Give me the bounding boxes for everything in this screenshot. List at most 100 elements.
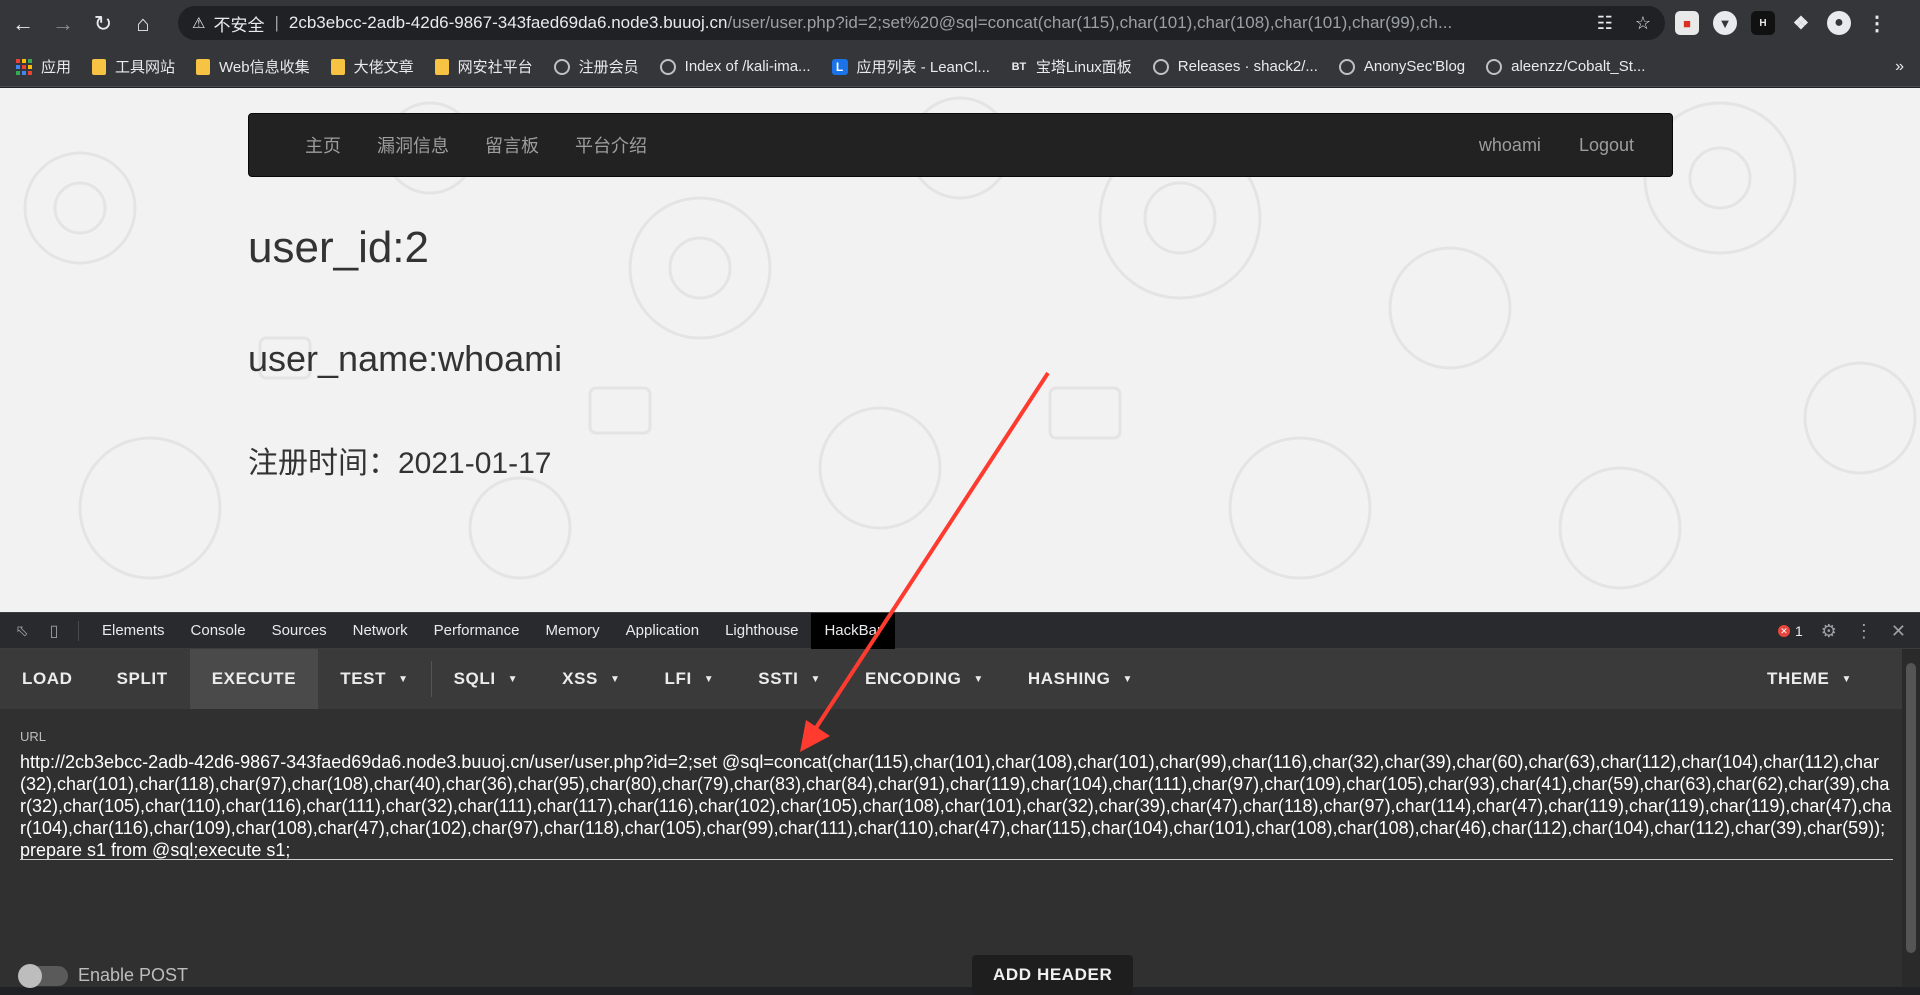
caret-down-icon: ▼ (610, 673, 621, 685)
hackbar-execute-button[interactable]: EXECUTE (189, 649, 319, 709)
button-label: THEME (1767, 669, 1830, 688)
devtools-close-icon[interactable]: ✕ (1891, 621, 1906, 642)
tab-lighthouse[interactable]: Lighthouse (712, 613, 811, 649)
extension-red-icon[interactable]: ■ (1675, 11, 1699, 35)
tab-sources[interactable]: Sources (259, 613, 340, 649)
hackbar-xss-menu[interactable]: XSS ▼ (540, 649, 642, 709)
button-label: SSTI (758, 669, 799, 688)
add-header-button[interactable]: ADD HEADER (972, 955, 1134, 995)
bookmark-label: 宝塔Linux面板 (1035, 59, 1132, 76)
toggle-track[interactable] (18, 963, 68, 988)
devtools-tabs: ⬁ ▯ Elements Console Sources Network Per… (0, 612, 1920, 649)
back-icon[interactable]: ← (6, 7, 40, 41)
button-label: HASHING (1027, 669, 1111, 688)
bookmark-platform[interactable]: 网安社平台 (434, 56, 533, 77)
bookmark-releases[interactable]: Releases · shack2/... (1152, 58, 1318, 75)
bookmark-label: 应用 (41, 59, 72, 76)
apps-icon (16, 58, 32, 75)
enable-post-toggle[interactable]: Enable POST (18, 963, 188, 988)
error-counter[interactable]: ✕ 1 (1777, 623, 1803, 639)
button-label: TEST (340, 669, 387, 688)
extension-fox-icon[interactable]: ▼ (1713, 11, 1737, 35)
reload-icon[interactable]: ↻ (86, 7, 120, 41)
hackbar-hashing-menu[interactable]: HASHING ▼ (1006, 649, 1155, 709)
device-toolbar-icon[interactable]: ▯ (44, 621, 64, 641)
translate-icon[interactable]: ☷ (1597, 13, 1613, 34)
tab-memory[interactable]: Memory (533, 613, 613, 649)
bookmark-label: 网安社平台 (457, 59, 533, 76)
bookmark-label: Web信息收集 (219, 59, 310, 76)
bookmark-leancloud[interactable]: L 应用列表 - LeanCl... (831, 56, 990, 77)
browser-toolbar: ← → ↻ ⌂ ⚠ 不安全 | 2cb3ebcc-2adb-42d6-9867-… (0, 0, 1920, 47)
nav-home[interactable]: 主页 (305, 132, 341, 158)
nav-vulns[interactable]: 漏洞信息 (377, 132, 449, 158)
nav-logout[interactable]: Logout (1579, 135, 1634, 156)
folder-icon (434, 58, 449, 75)
bookmark-bt[interactable]: BT 宝塔Linux面板 (1011, 56, 1132, 77)
tab-application[interactable]: Application (613, 613, 712, 649)
globe-icon (1486, 58, 1503, 75)
tab-elements[interactable]: Elements (89, 613, 178, 649)
bookmark-tools[interactable]: 工具网站 (92, 56, 175, 77)
insecure-label[interactable]: 不安全 (213, 11, 264, 36)
puzzle-icon[interactable]: ❖ (1789, 11, 1813, 35)
tab-network[interactable]: Network (340, 613, 421, 649)
bookmark-star-icon[interactable]: ☆ (1635, 13, 1651, 34)
leancloud-icon: L (831, 58, 848, 75)
hackbar-test-menu[interactable]: TEST ▼ (318, 649, 430, 709)
extension-dark-icon[interactable]: H (1751, 11, 1775, 35)
bookmark-kali[interactable]: Index of /kali-ima... (659, 58, 811, 75)
caret-down-icon: ▼ (703, 673, 715, 685)
warning-icon[interactable]: ⚠ (192, 14, 205, 32)
bookmark-web-info[interactable]: Web信息收集 (196, 56, 310, 77)
hackbar-sqli-menu[interactable]: SQLI ▼ (432, 649, 541, 709)
caret-down-icon: ▼ (810, 673, 821, 685)
error-icon: ✕ (1777, 625, 1790, 637)
hackbar-lfi-menu[interactable]: LFI ▼ (643, 649, 737, 709)
tab-performance[interactable]: Performance (421, 613, 533, 649)
tab-console[interactable]: Console (178, 613, 259, 649)
folder-icon (330, 58, 345, 75)
hackbar-theme-menu[interactable]: THEME ▼ (1745, 649, 1874, 709)
address-bar[interactable]: ⚠ 不安全 | 2cb3ebcc-2adb-42d6-9867-343faed6… (178, 6, 1665, 40)
bookmark-register[interactable]: 注册会员 (553, 56, 639, 77)
url-textarea[interactable]: http://2cb3ebcc-2adb-42d6-9867-343faed69… (20, 751, 1893, 861)
user-id-heading: user_id:2 (248, 223, 430, 272)
nav-username[interactable]: whoami (1479, 135, 1541, 156)
bookmark-apps[interactable]: 应用 (16, 56, 71, 77)
home-icon[interactable]: ⌂ (126, 7, 160, 41)
devtools-panel: ⬁ ▯ Elements Console Sources Network Per… (0, 612, 1920, 995)
hackbar-ssti-menu[interactable]: SSTI ▼ (736, 649, 843, 709)
globe-icon (1152, 58, 1169, 75)
bookmark-anonysec[interactable]: AnonySec'Blog (1338, 58, 1465, 75)
profile-icon[interactable]: ● (1827, 11, 1851, 35)
hackbar-body: URL http://2cb3ebcc-2adb-42d6-9867-343fa… (0, 709, 1902, 995)
register-time-heading: 注册时间：2021-01-17 (248, 447, 552, 480)
site-navbar: 主页 漏洞信息 留言板 平台介绍 whoami Logout (248, 113, 1673, 177)
folder-icon (92, 58, 107, 75)
devtools-menu-icon[interactable]: ⋮ (1855, 621, 1873, 642)
hackbar-load-button[interactable]: LOAD (0, 649, 95, 709)
bookmark-label: 应用列表 - LeanCl... (856, 59, 990, 76)
hackbar-encoding-menu[interactable]: ENCODING ▼ (843, 649, 1006, 709)
menu-dots-icon[interactable]: ⋮ (1865, 11, 1889, 35)
scrollbar-thumb[interactable] (1906, 663, 1916, 953)
nav-guestbook[interactable]: 留言板 (485, 132, 539, 158)
extensions-area: ■ ▼ H ❖ ● ⋮ (1675, 6, 1889, 40)
forward-icon[interactable]: → (46, 7, 80, 41)
tab-hackbar[interactable]: HackBar (811, 612, 895, 649)
inspect-element-icon[interactable]: ⬁ (12, 621, 32, 641)
hackbar-scrollbar[interactable] (1902, 649, 1920, 987)
bookmark-articles[interactable]: 大佬文章 (330, 56, 414, 77)
caret-down-icon: ▼ (398, 673, 409, 685)
globe-icon (1338, 58, 1355, 75)
bookmark-cobalt[interactable]: aleenzz/Cobalt_St... (1486, 58, 1645, 75)
bookmarks-more-icon[interactable]: » (1895, 58, 1904, 76)
toggle-knob[interactable] (18, 963, 42, 988)
hackbar-split-button[interactable]: SPLIT (95, 649, 190, 709)
url-underline (20, 859, 1893, 860)
bookmark-label: aleenzz/Cobalt_St... (1511, 58, 1646, 75)
url-host: 2cb3ebcc-2adb-42d6-9867-343faed69da6.nod… (288, 13, 728, 32)
nav-about[interactable]: 平台介绍 (575, 132, 647, 158)
devtools-settings-icon[interactable]: ⚙ (1821, 621, 1837, 642)
